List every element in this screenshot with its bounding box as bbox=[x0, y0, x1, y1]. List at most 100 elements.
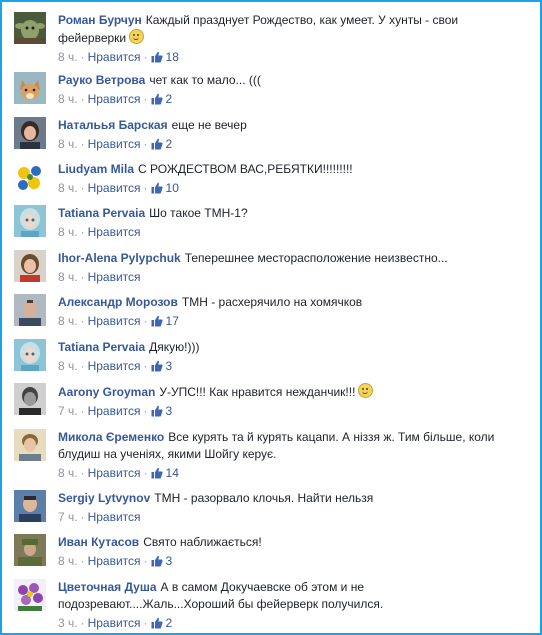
thumbs-up-icon[interactable] bbox=[151, 467, 163, 479]
like-button[interactable]: Нравится bbox=[88, 225, 141, 239]
comment-author-link[interactable]: Микола Єременко bbox=[58, 430, 164, 444]
comment-timestamp[interactable]: 7 ч. bbox=[58, 510, 78, 524]
comment-text: Теперешнее месторасположение неизвестно.… bbox=[184, 251, 448, 265]
avatar[interactable] bbox=[14, 12, 46, 44]
like-button[interactable]: Нравится bbox=[88, 510, 141, 524]
like-button[interactable]: Нравится bbox=[88, 181, 141, 195]
comment-author-link[interactable]: Tatiana Pervaia bbox=[58, 206, 145, 220]
avatar[interactable] bbox=[14, 579, 46, 611]
comment-author-link[interactable]: Иван Кутасов bbox=[58, 535, 139, 549]
separator-dot: · bbox=[80, 137, 85, 151]
separator-dot: · bbox=[80, 554, 85, 568]
avatar[interactable] bbox=[14, 534, 46, 566]
thumbs-up-icon[interactable] bbox=[151, 360, 163, 372]
like-count[interactable]: 2 bbox=[166, 137, 173, 151]
comment-author-link[interactable]: Натальья Барская bbox=[58, 118, 168, 132]
like-button[interactable]: Нравится bbox=[88, 137, 141, 151]
separator-dot: · bbox=[143, 92, 148, 106]
comment-body: Рауко Ветрова чет как то мало... ((( 8 ч. ·… bbox=[58, 72, 528, 107]
comment-author-link[interactable]: Liudyam Mila bbox=[58, 162, 134, 176]
comment-body: Sergiy Lytvynov ТМН - разорвало клочья. Н… bbox=[58, 490, 528, 525]
thumbs-up-icon[interactable] bbox=[151, 405, 163, 417]
comment-timestamp[interactable]: 3 ч. bbox=[58, 616, 78, 630]
avatar[interactable] bbox=[14, 161, 46, 193]
comment-timestamp[interactable]: 8 ч. bbox=[58, 50, 78, 64]
comment-timestamp[interactable]: 8 ч. bbox=[58, 92, 78, 106]
comment-meta: 8 ч. · Нравится · 14 bbox=[58, 465, 528, 481]
comment-timestamp[interactable]: 8 ч. bbox=[58, 225, 78, 239]
avatar[interactable] bbox=[14, 117, 46, 149]
comment-author-link[interactable]: Рауко Ветрова bbox=[58, 73, 145, 87]
comment-line: Микола Єременко Все курять та й курять ка… bbox=[58, 429, 528, 463]
separator-dot: · bbox=[143, 554, 148, 568]
comment-author-link[interactable]: Александр Морозов bbox=[58, 295, 178, 309]
comment-line: Sergiy Lytvynov ТМН - разорвало клочья. Н… bbox=[58, 490, 528, 507]
avatar[interactable] bbox=[14, 339, 46, 371]
comment-author-link[interactable]: Цветочная Душа bbox=[58, 580, 157, 594]
avatar[interactable] bbox=[14, 294, 46, 326]
thumbs-up-icon[interactable] bbox=[151, 555, 163, 567]
like-count[interactable]: 2 bbox=[166, 616, 173, 630]
like-button[interactable]: Нравится bbox=[88, 92, 141, 106]
like-button[interactable]: Нравится bbox=[88, 554, 141, 568]
avatar[interactable] bbox=[14, 205, 46, 237]
like-count[interactable]: 10 bbox=[166, 181, 179, 195]
comments-panel: Роман Бурчун Каждый празднует Рождество, … bbox=[0, 0, 542, 635]
like-button[interactable]: Нравится bbox=[88, 270, 141, 284]
like-button[interactable]: Нравится bbox=[88, 50, 141, 64]
comment-timestamp[interactable]: 8 ч. bbox=[58, 466, 78, 480]
like-count[interactable]: 3 bbox=[166, 359, 173, 373]
comment-author-link[interactable]: Ihor-Alena Pylypchuk bbox=[58, 251, 181, 265]
separator-dot: · bbox=[143, 616, 148, 630]
thumbs-up-icon[interactable] bbox=[151, 51, 163, 63]
avatar[interactable] bbox=[14, 490, 46, 522]
separator-dot: · bbox=[143, 466, 148, 480]
comment-author-link[interactable]: Aarony Groyman bbox=[58, 385, 155, 399]
comment-text: еще не вечер bbox=[171, 118, 247, 132]
comment-meta: 8 ч. · Нравится · 17 bbox=[58, 313, 528, 329]
separator-dot: · bbox=[80, 181, 85, 195]
comment-line: Александр Морозов ТМН - расхерячило на хо… bbox=[58, 294, 528, 311]
thumbs-up-icon[interactable] bbox=[151, 93, 163, 105]
avatar[interactable] bbox=[14, 383, 46, 415]
avatar[interactable] bbox=[14, 429, 46, 461]
comment-text: Шо такое ТМН-1? bbox=[149, 206, 248, 220]
comment-meta: 8 ч. · Нравится · 2 bbox=[58, 91, 528, 107]
like-count[interactable]: 18 bbox=[166, 50, 179, 64]
like-button[interactable]: Нравится bbox=[88, 616, 141, 630]
comment-timestamp[interactable]: 7 ч. bbox=[58, 404, 78, 418]
comment-text: ТМН - расхерячило на хомячков bbox=[181, 295, 363, 309]
like-button[interactable]: Нравится bbox=[88, 314, 141, 328]
avatar[interactable] bbox=[14, 72, 46, 104]
thumbs-up-icon[interactable] bbox=[151, 138, 163, 150]
like-button[interactable]: Нравится bbox=[88, 404, 141, 418]
like-button[interactable]: Нравится bbox=[88, 466, 141, 480]
comment-body: Liudyam Mila С РОЖДЕСТВОМ ВАС,РЕБЯТКИ!!!!… bbox=[58, 161, 528, 196]
like-count[interactable]: 2 bbox=[166, 92, 173, 106]
separator-dot: · bbox=[143, 404, 148, 418]
comment-line: Tatiana Pervaia Шо такое ТМН-1? bbox=[58, 205, 528, 222]
avatar[interactable] bbox=[14, 250, 46, 282]
like-button[interactable]: Нравится bbox=[88, 359, 141, 373]
thumbs-up-icon[interactable] bbox=[151, 182, 163, 194]
comment-timestamp[interactable]: 8 ч. bbox=[58, 181, 78, 195]
comment-body: Ihor-Alena Pylypchuk Теперешнее месторасп… bbox=[58, 250, 528, 285]
like-count[interactable]: 3 bbox=[166, 404, 173, 418]
comment-timestamp[interactable]: 8 ч. bbox=[58, 359, 78, 373]
comment-author-link[interactable]: Sergiy Lytvynov bbox=[58, 491, 150, 505]
thumbs-up-icon[interactable] bbox=[151, 315, 163, 327]
comment-meta: 3 ч. · Нравится · 2 bbox=[58, 615, 528, 631]
comment-timestamp[interactable]: 8 ч. bbox=[58, 314, 78, 328]
comment-line: Рауко Ветрова чет как то мало... ((( bbox=[58, 72, 528, 89]
comment-timestamp[interactable]: 8 ч. bbox=[58, 270, 78, 284]
comment-line: Ihor-Alena Pylypchuk Теперешнее месторасп… bbox=[58, 250, 528, 267]
comment-timestamp[interactable]: 8 ч. bbox=[58, 554, 78, 568]
comment-author-link[interactable]: Tatiana Pervaia bbox=[58, 340, 145, 354]
thumbs-up-icon[interactable] bbox=[151, 617, 163, 629]
comment-timestamp[interactable]: 8 ч. bbox=[58, 137, 78, 151]
comment-text: Дякую!))) bbox=[149, 340, 200, 354]
like-count[interactable]: 14 bbox=[166, 466, 179, 480]
like-count[interactable]: 17 bbox=[166, 314, 179, 328]
like-count[interactable]: 3 bbox=[166, 554, 173, 568]
comment-author-link[interactable]: Роман Бурчун bbox=[58, 13, 142, 27]
